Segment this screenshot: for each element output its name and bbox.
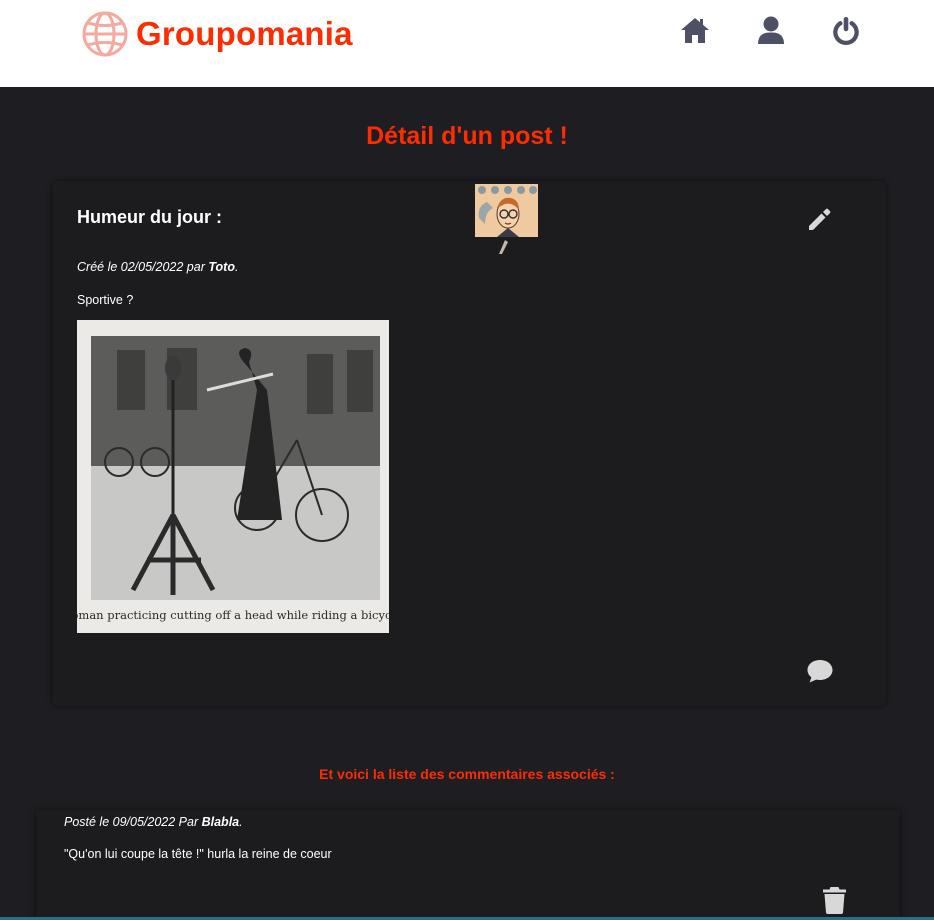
author-avatar xyxy=(475,184,538,254)
comment-meta: Posté le 09/05/2022 Par Blabla. xyxy=(64,815,243,829)
post-image-caption: Woman practicing cutting off a head whil… xyxy=(77,608,389,622)
home-icon[interactable] xyxy=(679,14,711,46)
post-meta-suffix: . xyxy=(234,260,239,274)
comment-meta-suffix: . xyxy=(239,815,243,829)
pencil-icon[interactable] xyxy=(806,205,834,233)
comment-icon[interactable] xyxy=(806,658,834,684)
post-title: Humeur du jour : xyxy=(77,207,222,227)
comment-text: "Qu'on lui coupe la tête !" hurla la rei… xyxy=(64,847,332,861)
comment-date: Posté le 09/05/2022 Par xyxy=(64,815,202,829)
comments-heading: Et voici la liste des commentaires assoc… xyxy=(319,766,615,782)
brand-logo[interactable]: Groupomania xyxy=(80,9,353,59)
globe-icon xyxy=(82,11,128,57)
post-meta: Créé le 02/05/2022 par Toto. xyxy=(77,260,238,274)
page-title: Détail d'un post ! xyxy=(366,122,568,150)
post-date: Créé le 02/05/2022 par xyxy=(77,260,209,274)
post-author: Toto xyxy=(208,260,235,274)
post-text: Sportive ? xyxy=(77,293,134,307)
user-icon[interactable] xyxy=(755,14,787,46)
brand-name: Groupomania xyxy=(136,15,353,52)
post-image: Woman practicing cutting off a head whil… xyxy=(60,320,406,633)
trash-icon[interactable] xyxy=(822,886,847,914)
power-icon[interactable] xyxy=(830,14,862,46)
top-navbar: Groupomania xyxy=(0,0,934,87)
comment-author: Blabla xyxy=(201,815,240,829)
